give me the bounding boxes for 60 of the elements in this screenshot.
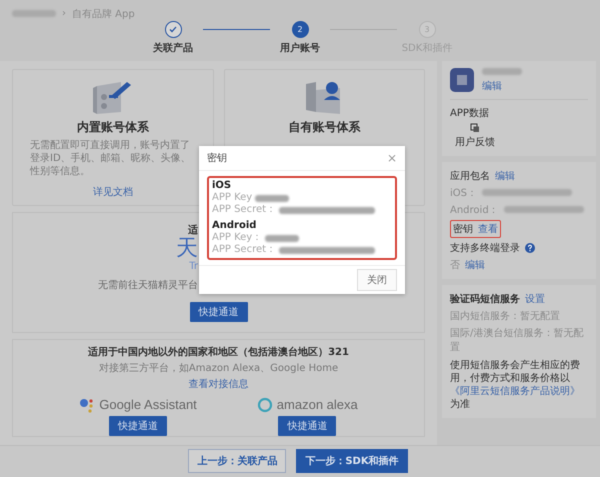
blurred-text	[265, 234, 300, 242]
logo-text: 天	[176, 236, 198, 261]
blurred-text	[255, 194, 290, 202]
key-label: APP Key	[212, 192, 252, 204]
integration-link[interactable]: 查看对接信息	[188, 376, 248, 391]
section-heading: 适用于中国内地以外的国家和地区（包括港澳台地区）321	[88, 345, 349, 359]
section-label: APP数据	[450, 106, 490, 120]
next-button[interactable]: 下一步：SDK和插件	[296, 449, 408, 474]
field-label: 支持多终端登录	[450, 242, 520, 255]
platform-name: iOS	[212, 180, 232, 192]
status-text: 国际/港澳台短信服务：暂无配置	[450, 326, 584, 354]
step-circle: 2	[292, 21, 308, 38]
dialog-title: 密钥	[207, 152, 227, 165]
brand-name: amazon alexa	[276, 397, 358, 412]
status-text: 国内短信服务：暂无配置	[450, 310, 561, 323]
edit-link[interactable]: 编辑	[482, 78, 502, 93]
key-label: APP Secret：	[212, 204, 276, 216]
dots-icon	[79, 396, 96, 413]
field-label: 应用包名	[450, 170, 490, 183]
note-text: 使用短信服务会产生相应的费用，付费方式和服务价格以 《阿里云短信服务产品说明》 为准	[450, 358, 581, 411]
ring-icon	[256, 396, 273, 413]
feedback-label[interactable]: 用户反馈	[455, 134, 495, 149]
platform-name: Android	[212, 220, 258, 232]
field-label: Android：	[450, 204, 499, 217]
card-title: 内置账号体系	[76, 118, 149, 136]
breadcrumb-current: 自有品牌 App	[72, 8, 135, 21]
brand-name: Google Assistant	[99, 397, 197, 412]
quick-access-button[interactable]: 快捷通道	[278, 416, 336, 436]
help-icon[interactable]	[525, 242, 535, 253]
docs-link[interactable]: 详见文档	[92, 184, 133, 199]
breadcrumb-separator: ›	[62, 8, 66, 20]
quick-access-button[interactable]: 快捷通道	[190, 302, 248, 322]
logo-subtext: Tr	[189, 260, 198, 272]
view-link[interactable]: 查看	[478, 222, 498, 236]
step-label: 用户账号	[280, 41, 320, 56]
section-description: 无需前往天猫精灵平台	[98, 278, 198, 292]
card-title: 自有账号体系	[288, 118, 360, 136]
edit-link[interactable]: 编辑	[495, 168, 515, 183]
field-label: iOS：	[450, 186, 477, 200]
field-value: 否	[450, 258, 460, 272]
previous-button[interactable]: 上一步：关联产品	[188, 449, 286, 474]
check-icon	[169, 26, 177, 34]
quick-access-button[interactable]: 快捷通道	[109, 416, 168, 436]
key-label: APP Secret：	[212, 244, 276, 256]
section-title: 验证码短信服务	[450, 292, 520, 306]
product-link[interactable]: 《阿里云短信服务产品说明》	[450, 386, 580, 397]
edit-link[interactable]: 编辑	[465, 258, 485, 272]
blurred-text	[482, 68, 522, 75]
section-heading: 适	[188, 224, 198, 237]
section-description: 对接第三方平台，如Amazon Alexa、Google Home	[98, 362, 338, 375]
card-description: 无需配置即可直接调用，账号内置了登录ID、手机、邮箱、昵称、头像、性别等信息。	[30, 138, 192, 178]
blurred-text	[12, 10, 56, 18]
field-label: 密钥	[453, 222, 473, 236]
settings-link[interactable]: 设置	[525, 292, 545, 306]
close-dialog-button[interactable]: 关闭	[357, 269, 397, 291]
close-button[interactable]: ×	[386, 151, 397, 165]
step-label: 关联产品	[153, 42, 193, 56]
feedback-icon	[470, 122, 480, 133]
app-icon	[450, 68, 474, 92]
key-label: APP Key：	[212, 232, 262, 244]
